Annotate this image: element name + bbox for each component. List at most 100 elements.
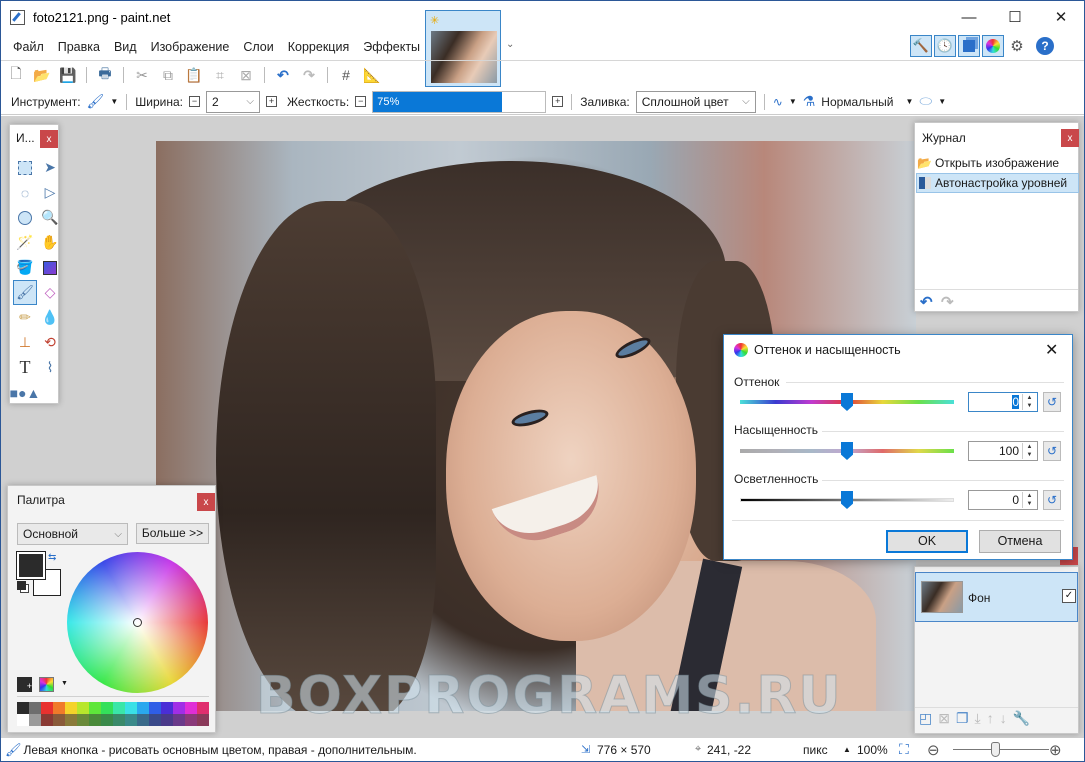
rectangle-select-tool-icon[interactable]: [13, 155, 37, 180]
palette-swatch[interactable]: [149, 714, 161, 726]
saturation-reset-button[interactable]: ↺: [1043, 441, 1061, 461]
blend-mode-value[interactable]: Нормальный: [821, 95, 893, 109]
lightness-reset-button[interactable]: ↺: [1043, 490, 1061, 510]
pan-hand-tool-icon[interactable]: ✋: [38, 230, 62, 255]
fill-mode-combobox[interactable]: Сплошной цвет ⌵: [635, 90, 756, 113]
document-tab-thumbnail[interactable]: ✳: [425, 10, 501, 87]
delete-layer-icon[interactable]: ⊠: [938, 710, 950, 727]
hardness-slider[interactable]: 75%: [372, 90, 547, 113]
lasso-select-tool-icon[interactable]: ◌: [13, 180, 37, 205]
cancel-button[interactable]: Отмена: [979, 530, 1061, 553]
line-curve-tool-icon[interactable]: ⌇: [38, 355, 62, 380]
palette-swatch[interactable]: [53, 702, 65, 714]
color-picker-tool-icon[interactable]: 💧: [38, 305, 62, 330]
print-icon[interactable]: 🖶: [95, 65, 115, 85]
paintbrush-tool-icon[interactable]: 🖌: [87, 93, 105, 110]
zoom-value[interactable]: 100%: [857, 743, 888, 757]
menu-image[interactable]: Изображение: [144, 35, 237, 59]
zoom-out-icon[interactable]: ⊖: [927, 741, 940, 759]
crop-icon[interactable]: ⌗: [210, 65, 230, 85]
history-item-auto-level[interactable]: Автонастройка уровней: [916, 173, 1079, 193]
ruler-icon[interactable]: 📐: [362, 65, 382, 85]
palette-swatch[interactable]: [53, 714, 65, 726]
grid-icon[interactable]: #: [336, 65, 356, 85]
palette-swatch[interactable]: [113, 702, 125, 714]
menu-adjustments[interactable]: Коррекция: [281, 35, 356, 59]
new-file-icon[interactable]: 🗋: [6, 65, 26, 85]
ellipse-select-tool-icon[interactable]: [13, 205, 37, 230]
swap-colors-icon[interactable]: ⇆: [48, 552, 56, 563]
more-colors-button[interactable]: Больше >>: [136, 523, 209, 544]
palette-swatch[interactable]: [173, 702, 185, 714]
zoom-slider-thumb[interactable]: [991, 742, 1000, 757]
history-item-open-image[interactable]: 📂 Открыть изображение: [915, 153, 1078, 173]
layer-visibility-checkbox[interactable]: ✓: [1062, 589, 1076, 603]
merge-layer-down-icon[interactable]: ⤓: [975, 710, 981, 727]
saturation-input[interactable]: 100 ▲ ▼: [968, 441, 1038, 461]
shapes-tool-icon[interactable]: ■●▲: [10, 380, 41, 405]
recolor-tool-icon[interactable]: ⟲: [38, 330, 62, 355]
cut-icon[interactable]: ✂: [132, 65, 152, 85]
colors-toggle-wheel-icon[interactable]: [982, 35, 1004, 57]
reset-colors-icon[interactable]: [17, 581, 26, 590]
menu-edit[interactable]: Правка: [51, 35, 107, 59]
move-layer-up-icon[interactable]: ↑: [987, 710, 994, 727]
width-combobox[interactable]: 2 ⌵: [205, 90, 260, 113]
palette-swatch[interactable]: [137, 702, 149, 714]
hue-input[interactable]: 0 ▲ ▼: [968, 392, 1038, 412]
width-decrease-button[interactable]: −: [188, 96, 200, 107]
palette-swatch[interactable]: [77, 702, 89, 714]
palette-swatch[interactable]: [41, 702, 53, 714]
palette-swatch[interactable]: [125, 702, 137, 714]
zoom-slider-track[interactable]: [953, 749, 1049, 750]
paint-bucket-tool-icon[interactable]: 🪣: [13, 255, 37, 280]
color-wheel[interactable]: [67, 552, 208, 693]
help-icon[interactable]: ?: [1036, 37, 1054, 55]
zoom-in-icon[interactable]: ⊕: [1049, 741, 1062, 759]
palette-swatch[interactable]: [29, 714, 41, 726]
clone-stamp-tool-icon[interactable]: ⊥: [13, 330, 37, 355]
palette-swatch[interactable]: [197, 714, 209, 726]
palette-swatch[interactable]: [65, 702, 77, 714]
history-undo-icon[interactable]: ↶: [920, 293, 933, 311]
primary-color-swatch[interactable]: [16, 551, 46, 580]
duplicate-layer-icon[interactable]: ❐: [956, 710, 969, 727]
palette-options-dropdown-arrow-icon[interactable]: ▼: [61, 680, 68, 687]
blend-mode-flask-icon[interactable]: ⚗: [803, 93, 816, 110]
zoom-tool-icon[interactable]: 🔍: [38, 205, 62, 230]
palette-swatch[interactable]: [185, 714, 197, 726]
document-list-chevron-icon[interactable]: ⌄: [506, 39, 514, 50]
deselect-icon[interactable]: ⊠: [236, 65, 256, 85]
magic-wand-tool-icon[interactable]: 🪄: [13, 230, 37, 255]
history-toggle-clock-icon[interactable]: 🕓: [934, 35, 956, 57]
text-tool-icon[interactable]: T: [13, 355, 37, 380]
move-selected-pixels-tool-icon[interactable]: ➤: [38, 155, 62, 180]
menu-file[interactable]: Файл: [6, 35, 51, 59]
palette-swatch[interactable]: [89, 714, 101, 726]
palette-swatch[interactable]: [197, 702, 209, 714]
antialiasing-icon[interactable]: ∿: [773, 95, 783, 109]
selection-mode-icon[interactable]: ⬭: [919, 93, 932, 110]
paste-icon[interactable]: 📋: [184, 65, 204, 85]
palette-swatch[interactable]: [17, 714, 29, 726]
settings-gear-icon[interactable]: ⚙: [1006, 35, 1028, 57]
ok-button[interactable]: OK: [886, 530, 968, 553]
palette-swatch[interactable]: [89, 702, 101, 714]
gradient-tool-icon[interactable]: [38, 255, 62, 280]
minimize-button[interactable]: —: [946, 1, 992, 33]
paintbrush-tool-icon[interactable]: 🖌: [13, 280, 37, 305]
palette-panel-close-button[interactable]: x: [197, 493, 215, 511]
blend-mode-dropdown-arrow-icon[interactable]: ▼: [905, 97, 913, 106]
tools-panel-close-button[interactable]: x: [40, 130, 58, 148]
save-icon[interactable]: 💾: [58, 65, 78, 85]
zoom-to-window-icon[interactable]: ⛶: [899, 741, 909, 758]
palette-swatch[interactable]: [101, 702, 113, 714]
copy-icon[interactable]: ⧉: [158, 65, 178, 85]
saturation-spinner[interactable]: ▲ ▼: [1022, 443, 1036, 459]
palette-swatch[interactable]: [161, 714, 173, 726]
palette-swatch[interactable]: [149, 702, 161, 714]
maximize-button[interactable]: ☐: [992, 1, 1038, 33]
history-redo-icon[interactable]: ↷: [941, 293, 954, 311]
hardness-decrease-button[interactable]: −: [355, 96, 367, 107]
palette-swatch[interactable]: [161, 702, 173, 714]
